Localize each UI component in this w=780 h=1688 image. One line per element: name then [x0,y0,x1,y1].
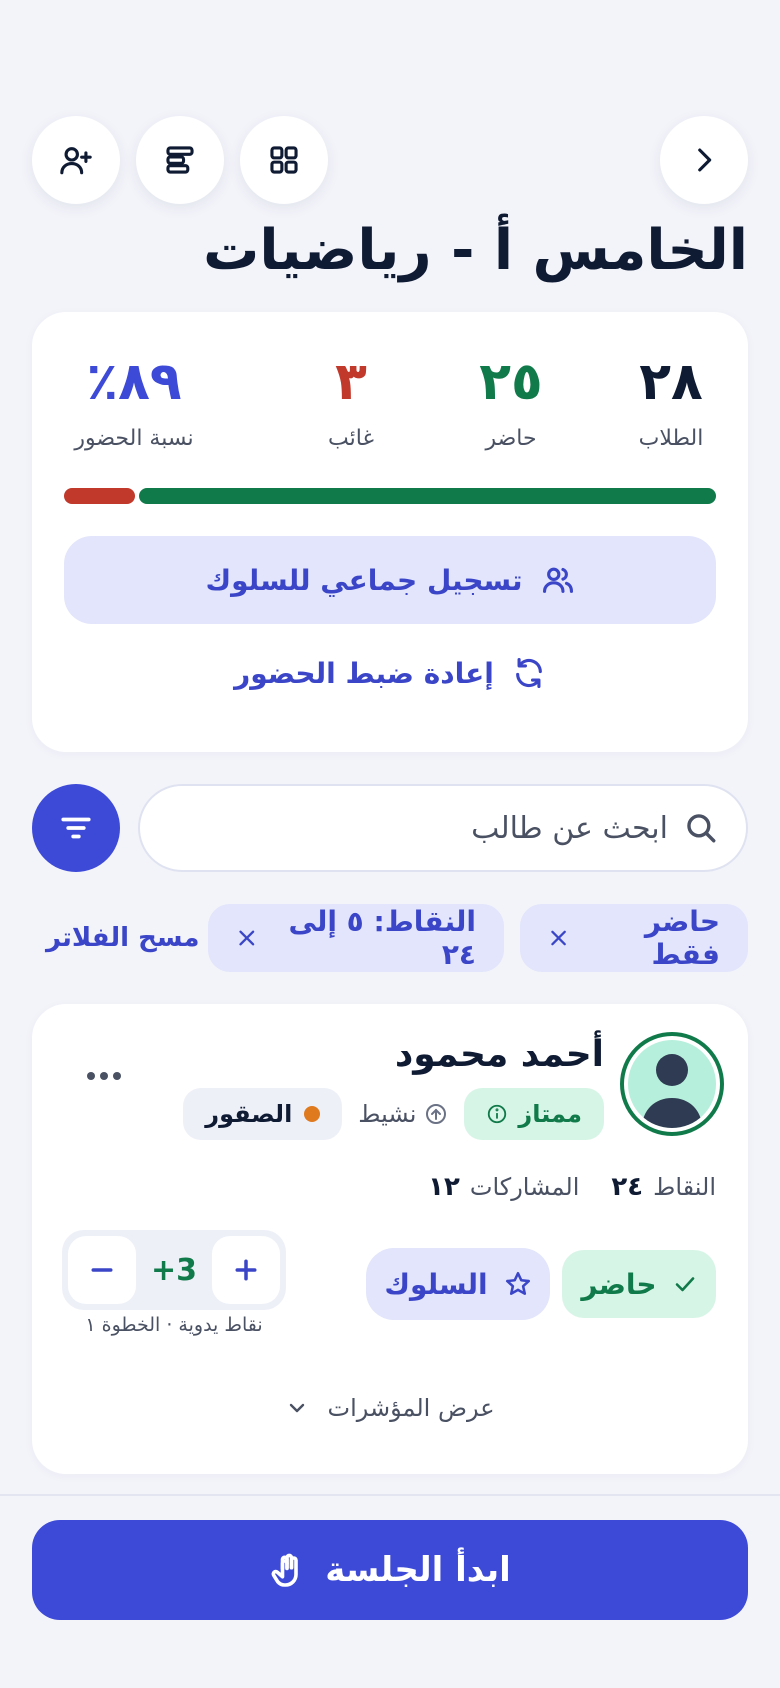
stepper-value: +3 [150,1252,197,1288]
stat-students-value: ٢٨ [639,352,703,412]
attendance-toggle-label: حاضر [581,1267,657,1301]
plus-icon [235,1259,257,1281]
class-session-screen: الخامس أ - رياضيات ٢٨ الطلاب ٢٥ حاضر ٣ غ… [0,0,780,1688]
stat-students: ٢٨ الطلاب [626,352,716,451]
hand-icon [271,1553,299,1587]
stat-present-label: حاضر [485,426,537,451]
points-stepper: +3 [62,1230,286,1310]
filter-button[interactable] [32,784,120,872]
student-badges: ممتاز نشيط الصقور [183,1088,604,1140]
avatar[interactable] [620,1032,724,1136]
active-filters: حاضر فقط النقاط: ٥ إلى ٢٤ مسح الفلاتر [32,904,748,972]
activity-badge-label: نشيط [358,1100,417,1128]
stat-present-value: ٢٥ [479,352,543,412]
more-dot-icon [87,1072,95,1080]
info-icon [488,1104,507,1124]
stat-absent-label: غائب [328,426,374,451]
student-card: أحمد محمود ممتاز نشيط الصقور النقاط٢٤ ال… [32,1004,748,1474]
stat-students-label: الطلاب [638,426,704,451]
stat-rate-label: نسبة الحضور [74,426,194,451]
top-bar [32,116,748,204]
team-color-dot [304,1106,321,1122]
participations-value: ١٢ [428,1172,460,1202]
behavior-label: السلوك [384,1267,488,1301]
filter-chip-label: النقاط: ٥ إلى ٢٤ [288,905,476,971]
refresh-icon [515,657,542,689]
start-session-button[interactable]: ابدأ الجلسة [32,1520,748,1620]
show-indicators-toggle[interactable]: عرض المؤشرات [32,1388,748,1428]
reset-attendance-label: إعادة ضبط الحضور [234,656,494,690]
filter-chip-label: حاضر فقط [644,905,720,971]
attendance-bar-absent [64,488,136,504]
star-icon [505,1271,530,1295]
bulk-behavior-button[interactable]: تسجيل جماعي للسلوك [64,536,716,624]
search-row [32,784,748,872]
search-box[interactable] [138,784,748,872]
search-icon [687,814,716,843]
increment-button[interactable] [211,1236,280,1304]
student-metrics: النقاط ٢٤ المشاركات ١٢ [428,1172,716,1202]
behavior-button[interactable]: السلوك [366,1248,550,1320]
more-dot-icon [100,1072,108,1080]
team-name: الصقور [205,1100,293,1128]
filter-chip-present-only[interactable]: حاضر فقط [520,904,748,972]
arrow-up-circle-icon [426,1104,447,1124]
grid-icon [270,146,298,174]
filter-chip-points-range[interactable]: النقاط: ٥ إلى ٢٤ [208,904,504,972]
filter-icon [61,817,91,839]
minus-icon [91,1268,113,1272]
participations-label: المشاركات [469,1173,580,1201]
bulk-behavior-label: تسجيل جماعي للسلوك [205,563,523,597]
stat-present: ٢٥ حاضر [466,352,556,451]
add-student-button[interactable] [32,116,120,204]
points-label: النقاط [653,1173,716,1201]
reset-attendance-button[interactable]: إعادة ضبط الحضور [64,648,716,698]
student-name: أحمد محمود [394,1034,604,1075]
more-options-button[interactable] [80,1056,128,1096]
chevron-right-icon [698,148,712,172]
attendance-bar-present [139,488,716,504]
stat-absent-value: ٣ [335,352,367,412]
clear-filters-link[interactable]: مسح الفلاتر [46,904,199,972]
team-badge: الصقور [183,1088,343,1140]
stat-absent: ٣ غائب [306,352,396,451]
user-plus-icon [60,147,92,175]
start-session-label: ابدأ الجلسة [325,1550,511,1590]
user-silhouette-icon [642,1054,702,1128]
level-badge: ممتاز [464,1088,604,1140]
attendance-stats-card: ٢٨ الطلاب ٢٥ حاضر ٣ غائب ٨٩٪ نسبة الحضور [32,312,748,752]
show-indicators-label: عرض المؤشرات [327,1394,495,1422]
grid-view-button[interactable] [240,116,328,204]
stat-attendance-rate: ٨٩٪ نسبة الحضور [64,352,204,451]
page-title: الخامس أ - رياضيات [203,218,748,283]
participations-metric: المشاركات ١٢ [428,1172,579,1202]
attendance-toggle-button[interactable]: حاضر [562,1250,716,1318]
attendance-progress-bar [64,488,716,504]
decrement-button[interactable] [68,1236,136,1304]
points-metric: النقاط ٢٤ [611,1172,716,1202]
stepper-hint: نقاط يدوية · الخطوة ١ [85,1314,263,1336]
activity-badge: نشيط [358,1100,448,1128]
list-icon [166,146,194,174]
more-dot-icon [113,1072,121,1080]
stats-row: ٢٨ الطلاب ٢٥ حاضر ٣ غائب ٨٩٪ نسبة الحضور [64,352,716,452]
users-icon [542,567,573,593]
close-icon[interactable] [548,925,569,951]
footer-divider [0,1494,780,1496]
back-button[interactable] [660,116,748,204]
stat-rate-value: ٨٩٪ [86,352,182,412]
search-input[interactable] [168,810,668,846]
list-view-button[interactable] [136,116,224,204]
close-icon[interactable] [236,925,258,951]
level-badge-label: ممتاز [518,1100,582,1128]
avatar-image [628,1040,716,1128]
check-icon [675,1277,694,1292]
chevron-down-icon [290,1403,305,1413]
points-value: ٢٤ [611,1172,644,1202]
